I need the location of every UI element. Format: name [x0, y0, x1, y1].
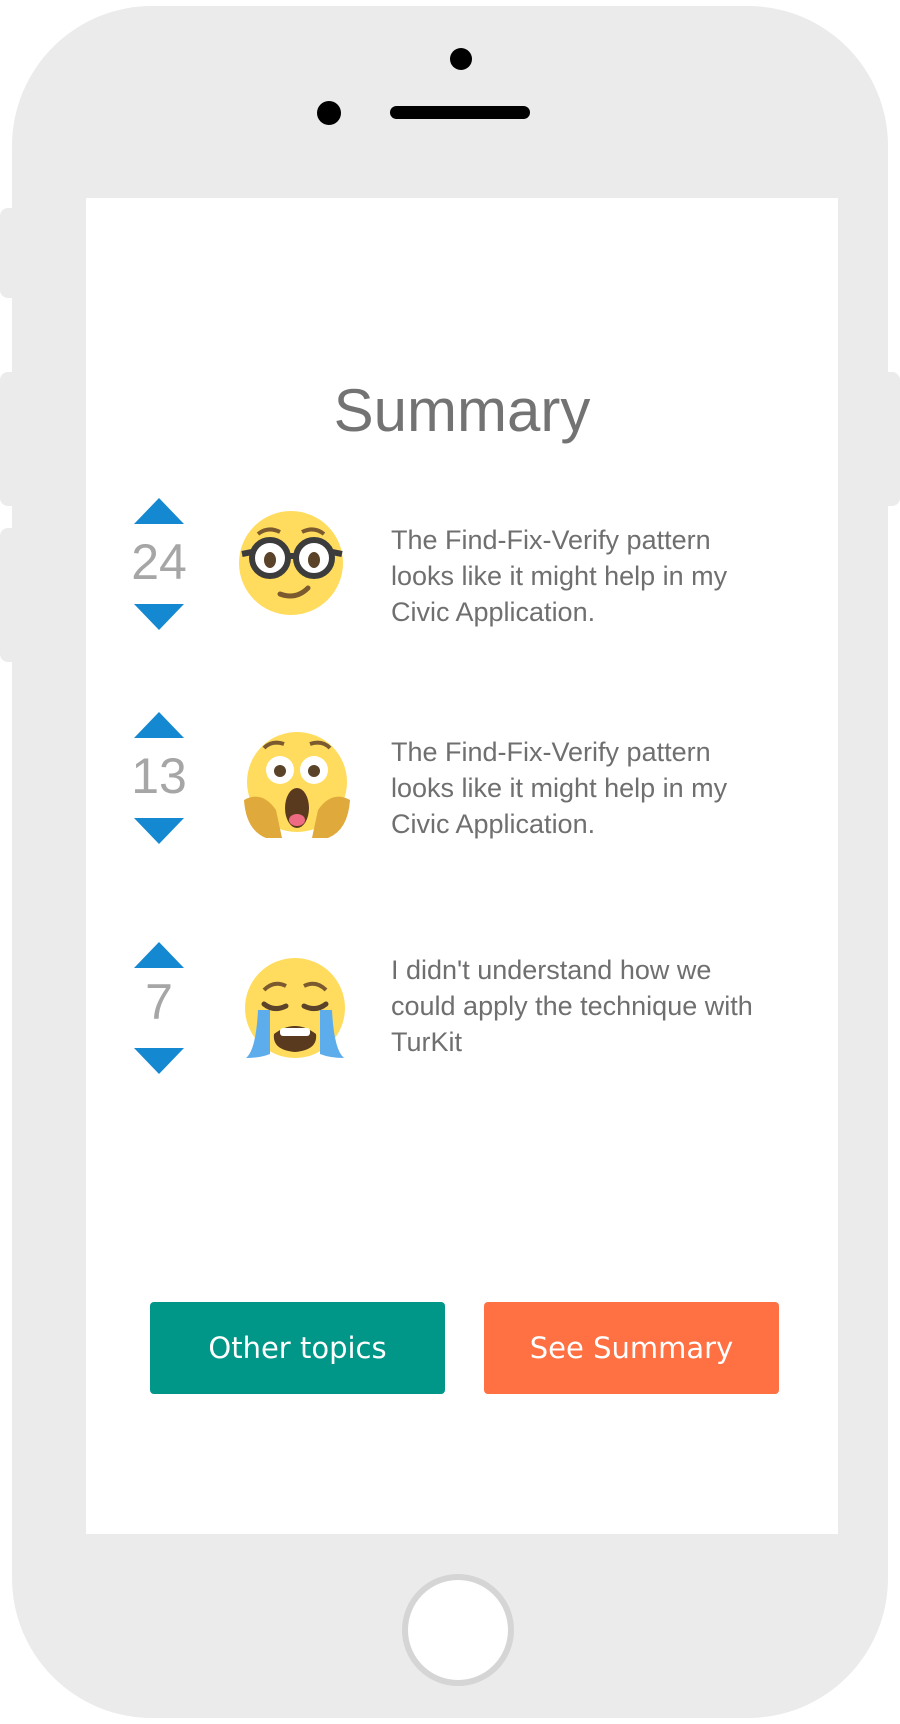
- upvote-arrow-icon[interactable]: [134, 712, 184, 738]
- mute-switch: [0, 208, 20, 298]
- proximity-sensor: [317, 101, 341, 125]
- feedback-text: The Find-Fix-Verify pattern looks like i…: [391, 525, 728, 627]
- front-camera: [450, 48, 472, 70]
- upvote-arrow-icon[interactable]: [134, 942, 184, 968]
- upvote-arrow-icon[interactable]: [134, 498, 184, 524]
- earpiece-speaker: [390, 106, 530, 119]
- feedback-item: 13 The Find-Fix-Verify pattern looks lik…: [86, 712, 838, 872]
- downvote-arrow-icon[interactable]: [134, 604, 184, 630]
- power-button: [880, 372, 900, 506]
- crying-face-icon: [240, 954, 350, 1064]
- see-summary-button[interactable]: See Summary: [484, 1302, 779, 1394]
- volume-up-button: [0, 372, 20, 506]
- feedback-item: 24 The Find-Fix-Verify pattern looks lik…: [86, 498, 838, 658]
- nerd-face-icon: [236, 508, 346, 618]
- app-screen: Summary 24 The Find-Fix-Verify pattern l…: [86, 198, 838, 1534]
- feedback-item: 7 I didn't understand how we could apply: [86, 942, 838, 1102]
- downvote-arrow-icon[interactable]: [134, 1048, 184, 1074]
- page-title: Summary: [333, 377, 591, 444]
- vote-count: 24: [131, 534, 187, 590]
- scared-face-icon: [242, 730, 352, 840]
- vote-count: 13: [131, 748, 187, 804]
- vote-count: 7: [145, 974, 173, 1030]
- feedback-text: The Find-Fix-Verify pattern looks like i…: [391, 737, 728, 839]
- phone-frame: Summary 24 The Find-Fix-Verify pattern l…: [12, 6, 888, 1718]
- other-topics-button[interactable]: Other topics: [150, 1302, 445, 1394]
- feedback-text: I didn't understand how we could apply t…: [391, 955, 753, 1057]
- downvote-arrow-icon[interactable]: [134, 818, 184, 844]
- home-button[interactable]: [402, 1574, 514, 1686]
- volume-down-button: [0, 528, 20, 662]
